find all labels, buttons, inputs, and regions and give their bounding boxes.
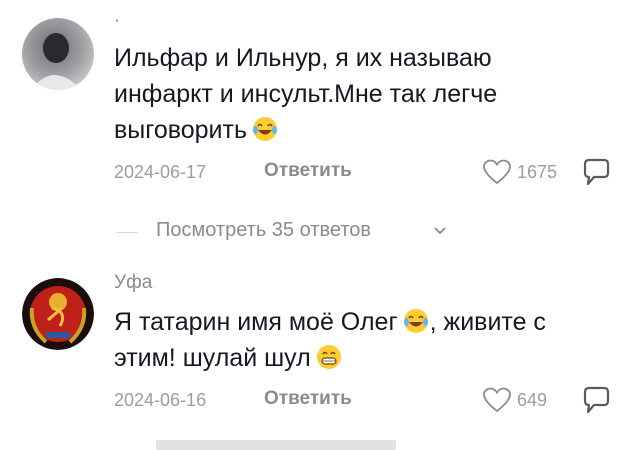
comment-item: Уфа Я татарин имя моё Олег , живите с эт…: [0, 262, 640, 432]
view-replies-label: Посмотреть 35 ответов: [156, 219, 371, 241]
grinning-face-emoji: [315, 343, 343, 371]
avatar[interactable]: [22, 18, 94, 90]
comment-meta: 2024-06-16 Ответить 649: [114, 386, 614, 416]
avatar[interactable]: [22, 278, 94, 350]
comment-username[interactable]: Уфа: [114, 272, 152, 294]
comment-text-part1: Я татарин имя моё Олег: [114, 308, 398, 336]
reply-button[interactable]: Ответить: [264, 388, 352, 410]
comment-bubble-icon[interactable]: [580, 384, 612, 416]
like-count: 649: [517, 390, 548, 410]
divider-line: [116, 232, 138, 233]
face-with-tears-of-joy-emoji: [251, 115, 279, 143]
comment-date: 2024-06-17: [114, 162, 207, 182]
comment-text: Я татарин имя моё Олег , живите с этим! …: [114, 304, 594, 376]
like-count: 1675: [517, 162, 558, 182]
comment-username[interactable]: ·: [114, 10, 120, 32]
heart-outline-icon[interactable]: [482, 386, 512, 414]
chevron-down-icon: [432, 223, 448, 239]
comment-text: Ильфар и Ильнур, я их называю инфаркт и …: [114, 40, 584, 148]
comment-meta: 2024-06-17 Ответить 1675: [114, 158, 614, 188]
truncated-next-row: [156, 440, 396, 450]
face-with-tears-of-joy-emoji: [402, 307, 430, 335]
reply-button[interactable]: Ответить: [264, 160, 352, 182]
comment-text-content: Ильфар и Ильнур, я их называю инфаркт и …: [114, 44, 498, 144]
heart-outline-icon[interactable]: [482, 158, 512, 186]
comment-item: · Ильфар и Ильнур, я их называю инфаркт …: [0, 0, 640, 210]
comment-date: 2024-06-16: [114, 390, 207, 410]
comment-bubble-icon[interactable]: [580, 156, 612, 188]
view-replies-button[interactable]: Посмотреть 35 ответов: [0, 218, 640, 246]
